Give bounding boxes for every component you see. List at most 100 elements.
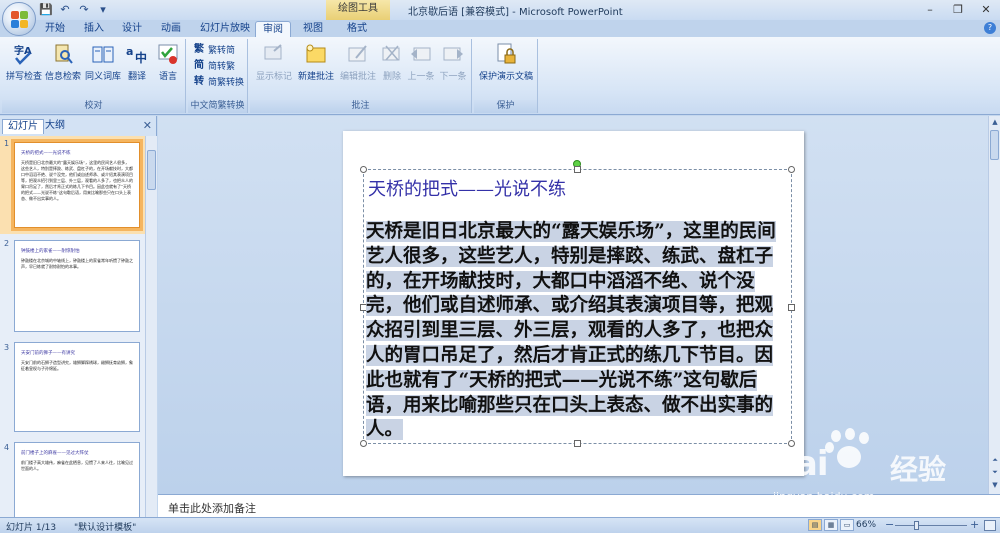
group-chinese-conversion: 繁 繁转简 简 简转繁 转 简繁转换 中文简繁转换 [188,39,248,113]
spell-check-button[interactable]: 字A 拼写检查 [6,42,42,82]
slide-thumbnails: 1 天桥的把式——光说不练 天桥是旧日北京最大的“露天娱乐场”，这里的民间艺人很… [0,136,145,517]
baidu-watermark: Bai 经验 jingyan.baidu.com [765,428,995,520]
baidu-paw-icon [823,428,875,472]
slide-title[interactable]: 天桥的把式——光说不练 [368,175,566,201]
research-button[interactable]: 信息检索 [44,42,82,82]
next-comment-button[interactable]: 下一条 [438,42,468,82]
zoom-in-button[interactable]: + [970,518,979,531]
simp-to-trad-button[interactable]: 简 简转繁 [194,59,235,73]
slide-sorter-view-icon[interactable]: ▦ [824,519,838,531]
zoom-level[interactable]: 66% [856,520,876,530]
language-button[interactable]: 语言 [154,42,182,82]
simp-to-trad-icon: 简 [194,59,204,71]
close-pane-icon[interactable]: ✕ [143,119,152,132]
office-button[interactable] [2,2,36,36]
pane-tabs: 幻灯片 大纲 ✕ [0,118,157,134]
thesaurus-icon [92,46,114,63]
tab-insert[interactable]: 插入 [77,21,111,37]
trad-to-simp-icon: 繁 [194,43,204,55]
tab-slides[interactable]: 幻灯片 [2,119,44,134]
zoom-slider-thumb[interactable] [914,521,919,530]
quick-access-toolbar: 💾 ↶ ↷ ▾ [38,2,111,17]
tab-animations[interactable]: 动画 [154,21,188,37]
edit-comment-icon [348,45,367,62]
edit-comment-button[interactable]: 编辑批注 [338,42,378,82]
normal-view-icon[interactable]: ▤ [808,519,822,531]
svg-text:中: 中 [135,50,147,65]
redo-icon[interactable]: ↷ [76,2,92,17]
view-buttons: ▤ ▦ ▭ [808,519,854,531]
group-label-comments: 批注 [250,100,471,113]
show-markup-button[interactable]: 显示标记 [254,42,294,82]
watermark-brand-suffix: 经验 [890,453,947,486]
resize-handle[interactable] [788,304,795,311]
group-label-protect: 保护 [474,100,537,113]
ribbon-tabs: 开始 插入 设计 动画 幻灯片放映 审阅 视图 格式 ? [0,20,1000,38]
tab-home[interactable]: 开始 [38,21,72,37]
window-controls: – ❐ ✕ [916,0,1000,20]
resize-handle[interactable] [360,166,367,173]
theme-status[interactable]: "默认设计模板" [74,520,136,533]
thumbnails-scrollbar[interactable] [145,136,157,517]
tab-review[interactable]: 审阅 [255,21,291,38]
office-logo-icon [11,11,29,29]
slideshow-view-icon[interactable]: ▭ [840,519,854,531]
ribbon: 字A 拼写检查 信息检索 同义词库 a中 翻译 语言 校对 繁 繁转简 简 简转… [0,37,1000,115]
undo-icon[interactable]: ↶ [57,2,73,17]
slide-index-status: 幻灯片 1/13 [6,523,57,533]
tab-outline[interactable]: 大纲 [40,119,70,134]
window-title: 北京歇后语 [兼容模式] - Microsoft PowerPoint [408,7,623,18]
watermark-brand: Bai [770,444,829,484]
slide-canvas[interactable]: 天桥的把式——光说不练 天桥是旧日北京最大的“露天娱乐场”，这里的民间艺人很多，… [343,131,804,476]
context-group-drawing-tools: 绘图工具 [326,0,390,20]
customize-qat-icon[interactable]: ▾ [95,2,111,17]
minimize-button[interactable]: – [916,0,944,20]
previous-comment-button[interactable]: 上一条 [406,42,436,82]
spell-check-icon: 字A [14,44,32,65]
delete-comment-icon [382,45,400,61]
group-protect: 保护演示文稿 保护 [474,39,538,113]
convert-button[interactable]: 转 简繁转换 [194,75,244,89]
tab-design[interactable]: 设计 [115,21,149,37]
help-icon[interactable]: ? [984,22,996,34]
zoom-slider-track[interactable] [895,525,967,526]
resize-handle[interactable] [574,166,581,173]
title-bar: 💾 ↶ ↷ ▾ 绘图工具 北京歇后语 [兼容模式] - Microsoft Po… [0,0,1000,36]
slides-pane: 幻灯片 大纲 ✕ 1 天桥的把式——光说不练 天桥是旧日北京最大的“露天娱乐场”… [0,116,157,517]
notes-placeholder: 单击此处添加备注 [168,502,256,515]
svg-text:a: a [126,45,133,58]
protect-presentation-button[interactable]: 保护演示文稿 [476,42,536,82]
tab-slideshow[interactable]: 幻灯片放映 [193,21,257,37]
translate-button[interactable]: a中 翻译 [124,42,150,82]
group-proofing: 字A 拼写检查 信息检索 同义词库 a中 翻译 语言 校对 [2,39,186,113]
zoom-out-button[interactable]: − [885,518,894,531]
watermark-url: jingyan.baidu.com [773,490,875,503]
tab-view[interactable]: 视图 [296,21,330,37]
group-label-chinese-conversion: 中文简繁转换 [188,100,247,113]
restore-button[interactable]: ❐ [944,0,972,20]
translate-icon: a中 [126,45,147,65]
group-label-proofing: 校对 [2,100,185,113]
text-placeholder[interactable]: 天桥的把式——光说不练 天桥是旧日北京最大的“露天娱乐场”，这里的民间艺人很多，… [360,166,795,447]
slide-body-text[interactable]: 天桥是旧日北京最大的“露天娱乐场”，这里的民间艺人很多，这些艺人，特别是摔跤、练… [366,220,788,443]
previous-comment-icon [411,47,431,61]
research-icon [55,44,73,64]
scrollbar-thumb[interactable] [147,150,156,190]
trad-to-simp-button[interactable]: 繁 繁转简 [194,43,235,57]
resize-handle[interactable] [788,166,795,173]
tab-format[interactable]: 格式 [340,21,374,37]
language-icon [158,44,178,64]
show-markup-icon [264,44,282,60]
status-bar: 幻灯片 1/13 "默认设计模板" ▤ ▦ ▭ 66% − + [0,517,1000,533]
save-icon[interactable]: 💾 [38,2,54,17]
new-comment-button[interactable]: 新建批注 [296,42,336,82]
thesaurus-button[interactable]: 同义词库 [84,42,122,82]
group-comments: 显示标记 新建批注 编辑批注 删除 上一条 下一条 批注 [250,39,472,113]
close-button[interactable]: ✕ [972,0,1000,20]
scrollbar-thumb[interactable] [990,130,999,160]
delete-comment-button[interactable]: 删除 [380,42,404,82]
new-comment-icon [306,44,326,63]
scroll-up-icon[interactable]: ▲ [990,118,1000,126]
next-comment-icon [443,47,463,61]
fit-to-window-icon[interactable] [984,520,996,531]
